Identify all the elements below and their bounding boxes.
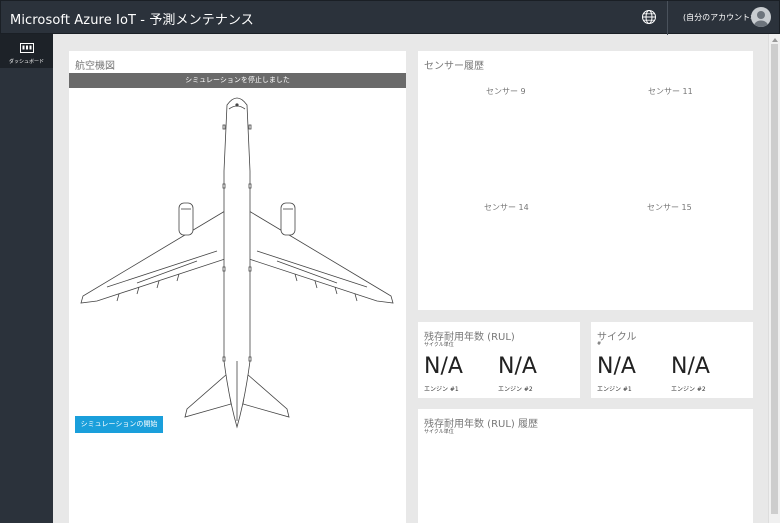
rul-engine-2-value: N/A: [498, 354, 537, 379]
sensor-14-label: センサー 14: [484, 203, 529, 212]
sensor-11-label: センサー 11: [648, 87, 693, 96]
sensor-9-label: センサー 9: [486, 87, 526, 96]
cycle-engine-1-label: エンジン #1: [597, 386, 632, 393]
rul-engine-1-label: エンジン #1: [424, 386, 459, 393]
start-simulation-button[interactable]: シミュレーションの開始: [75, 416, 163, 433]
panel-title: サイクル: [597, 332, 637, 343]
sidebar-item-label: ダッシュボード: [8, 59, 44, 65]
sensor-15-label: センサー 15: [647, 203, 692, 212]
user-avatar-icon[interactable]: [751, 7, 771, 27]
sidebar: ダッシュボード: [0, 34, 53, 523]
rul-engine-2-label: エンジン #2: [498, 386, 533, 393]
aircraft-diagram: [80, 97, 394, 429]
top-bar: Microsoft Azure IoT - 予測メンテナンス (自分のアカウント…: [0, 0, 780, 35]
panel-subtitle: サイクル単位: [424, 429, 454, 435]
panel-subtitle: サイクル単位: [424, 342, 454, 348]
header-divider: [667, 1, 668, 35]
sidebar-item-dashboard[interactable]: ダッシュボード: [0, 34, 53, 68]
cycle-panel: サイクル # N/A エンジン #1 N/A エンジン #2: [591, 322, 753, 398]
dashboard-icon: [20, 43, 34, 53]
panel-title: センサー履歴: [424, 61, 484, 72]
rul-engine-1-value: N/A: [424, 354, 463, 379]
vertical-scrollbar[interactable]: [768, 34, 780, 523]
scroll-up-arrow-icon[interactable]: [772, 38, 778, 42]
account-name[interactable]: (自分のアカウント名): [683, 12, 761, 23]
simulation-status-banner: シミュレーションを停止しました: [69, 73, 406, 88]
cycle-engine-2-value: N/A: [671, 354, 710, 379]
sensor-history-panel: センサー履歴 センサー 9 センサー 11 センサー 14 センサー 15: [418, 51, 753, 310]
aircraft-panel: 航空機図 シミュレーションを停止しました シミュレーションの開始: [69, 51, 406, 523]
scroll-thumb[interactable]: [771, 44, 778, 514]
panel-subtitle: #: [597, 341, 602, 347]
rul-panel: 残存耐用年数 (RUL) サイクル単位 N/A エンジン #1 N/A エンジン…: [418, 322, 580, 398]
cycle-engine-2-label: エンジン #2: [671, 386, 706, 393]
globe-icon[interactable]: [641, 9, 657, 25]
rul-history-panel: 残存耐用年数 (RUL) 履歴 サイクル単位: [418, 409, 753, 523]
panel-title: 航空機図: [75, 61, 115, 72]
cycle-engine-1-value: N/A: [597, 354, 636, 379]
app-title: Microsoft Azure IoT - 予測メンテナンス: [10, 13, 254, 28]
